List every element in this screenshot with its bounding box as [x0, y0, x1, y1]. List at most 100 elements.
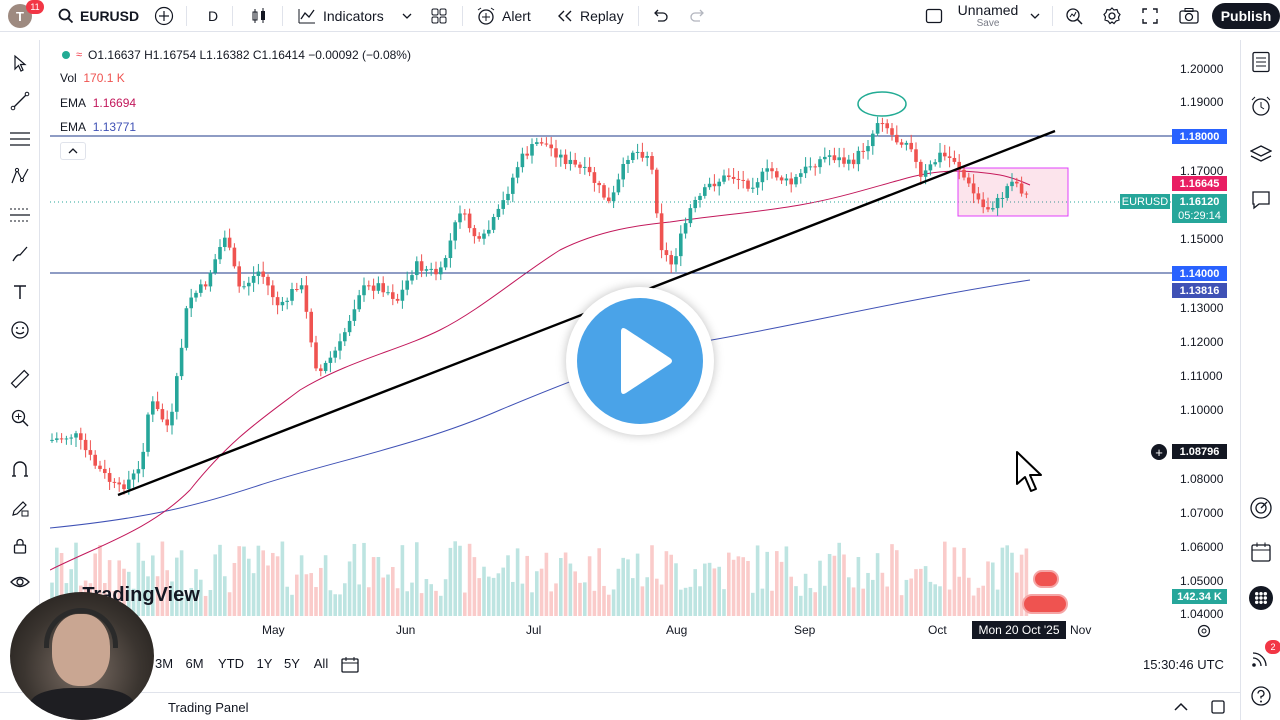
- publish-button[interactable]: Publish: [1212, 3, 1280, 29]
- lock-drawings-tool[interactable]: [8, 534, 32, 558]
- volume-bar: [501, 567, 505, 616]
- utc-clock[interactable]: 15:30:46 UTC: [1143, 657, 1224, 672]
- emoji-tool[interactable]: [8, 318, 32, 342]
- range-button-3m[interactable]: 3M: [150, 656, 178, 674]
- fib-tool[interactable]: [8, 203, 32, 227]
- range-button-5y[interactable]: 5Y: [278, 656, 306, 674]
- range-button-all[interactable]: All: [306, 656, 336, 674]
- magnet-icon: [12, 461, 28, 477]
- layout-checkbox[interactable]: [925, 0, 943, 32]
- indicators-button[interactable]: Indicators: [297, 0, 384, 32]
- candle-body: [391, 292, 395, 299]
- candle-body: [659, 213, 664, 251]
- candle-body: [309, 311, 313, 343]
- redo-icon: [690, 9, 704, 22]
- alert-button[interactable]: Alert: [476, 0, 531, 32]
- volume-bar: [597, 548, 601, 616]
- date-range-button[interactable]: [340, 656, 360, 679]
- horizontal-lines-tool[interactable]: [8, 127, 32, 151]
- candle-body: [175, 376, 179, 412]
- quick-search-button[interactable]: [1064, 0, 1084, 32]
- collapse-legend-button[interactable]: [60, 142, 86, 160]
- volume-bar: [419, 593, 424, 616]
- cursor-tool[interactable]: [8, 51, 32, 75]
- candle-body: [741, 179, 745, 181]
- undo-button[interactable]: [652, 0, 668, 32]
- price-tick-label: 1.11000: [1180, 369, 1223, 383]
- price-tick-label: 1.12000: [1180, 335, 1224, 349]
- candle-body: [520, 153, 525, 168]
- volume-bar: [923, 566, 928, 616]
- volume-bar: [631, 578, 635, 616]
- redo-button[interactable]: [690, 0, 706, 32]
- text-tool[interactable]: [8, 280, 32, 304]
- fullscreen-button[interactable]: [1141, 0, 1159, 32]
- volume-bar: [818, 560, 822, 616]
- candle-body: [280, 301, 285, 306]
- volume-bar: [405, 591, 409, 616]
- object-tree-button[interactable]: [1249, 142, 1273, 166]
- watchlist-button[interactable]: [1249, 50, 1273, 74]
- maximize-icon[interactable]: [1210, 699, 1226, 715]
- auto-scale-button[interactable]: [1196, 623, 1212, 644]
- interval-button[interactable]: D: [208, 0, 218, 32]
- compare-button[interactable]: [154, 0, 174, 32]
- top-toolbar: T 11 EURUSD D Indicators Alert Replay Un…: [0, 0, 1280, 32]
- symbol-tag: EURUSD: [1120, 194, 1170, 209]
- calendar-button[interactable]: [1249, 540, 1273, 564]
- volume-bar: [789, 576, 793, 616]
- candle-body: [655, 169, 659, 214]
- volume-bar: [496, 573, 501, 616]
- range-button-ytd[interactable]: YTD: [211, 656, 251, 674]
- symbol-search[interactable]: EURUSD: [58, 0, 139, 32]
- range-button-1y[interactable]: 1Y: [251, 656, 278, 674]
- hide-drawings-tool[interactable]: [8, 570, 32, 594]
- volume-legend[interactable]: Vol 170.1 K: [60, 71, 125, 85]
- candle-body: [50, 439, 54, 441]
- ema-slow-legend[interactable]: EMA 1.13771: [60, 120, 136, 134]
- layout-name[interactable]: Unnamed Save: [956, 3, 1020, 30]
- candle-body: [367, 285, 371, 287]
- chat-button[interactable]: [1249, 188, 1273, 212]
- volume-bar: [395, 588, 400, 616]
- candle-body: [587, 166, 592, 173]
- volume-bar: [261, 550, 265, 616]
- zoom-tool[interactable]: [8, 406, 32, 430]
- candle-body: [64, 438, 69, 440]
- candle-body: [55, 438, 59, 440]
- volume-bar: [760, 588, 765, 616]
- layouts-button[interactable]: [430, 0, 448, 32]
- measure-tool[interactable]: [8, 367, 32, 391]
- trend-line-tool[interactable]: [8, 89, 32, 113]
- products-button[interactable]: [1249, 586, 1273, 610]
- candle-body: [439, 267, 443, 275]
- stay-drawing-tool[interactable]: [8, 496, 32, 520]
- candle-body: [813, 166, 817, 168]
- chart-type-button[interactable]: [250, 0, 268, 32]
- event-marker-2[interactable]: [1022, 594, 1068, 614]
- chevron-up-icon[interactable]: [1173, 701, 1189, 713]
- candle-body: [496, 208, 501, 218]
- crosshair-add-button[interactable]: +: [1151, 444, 1167, 460]
- level-lower-label: 1.14000: [1172, 266, 1227, 281]
- ema-fast-legend[interactable]: EMA 1.16694: [60, 96, 136, 110]
- volume-bar: [439, 595, 443, 616]
- dom-button[interactable]: [1249, 496, 1273, 520]
- snapshot-button[interactable]: [1178, 0, 1200, 32]
- layout-dropdown[interactable]: [1030, 0, 1040, 32]
- magnet-tool[interactable]: [8, 457, 32, 481]
- video-play-button[interactable]: [566, 287, 714, 435]
- pattern-tool[interactable]: [8, 164, 32, 188]
- volume-bar: [400, 545, 405, 616]
- indicators-dropdown[interactable]: [402, 0, 412, 32]
- trading-panel-tab[interactable]: Trading Panel: [168, 700, 248, 715]
- settings-button[interactable]: [1102, 0, 1122, 32]
- volume-bar: [573, 571, 577, 616]
- help-button[interactable]: [1249, 684, 1273, 708]
- event-marker-1[interactable]: [1033, 570, 1059, 588]
- brush-tool[interactable]: [8, 242, 32, 266]
- alerts-panel-button[interactable]: [1249, 94, 1273, 118]
- candle-body: [722, 175, 726, 182]
- replay-button[interactable]: Replay: [556, 0, 624, 32]
- range-button-6m[interactable]: 6M: [178, 656, 211, 674]
